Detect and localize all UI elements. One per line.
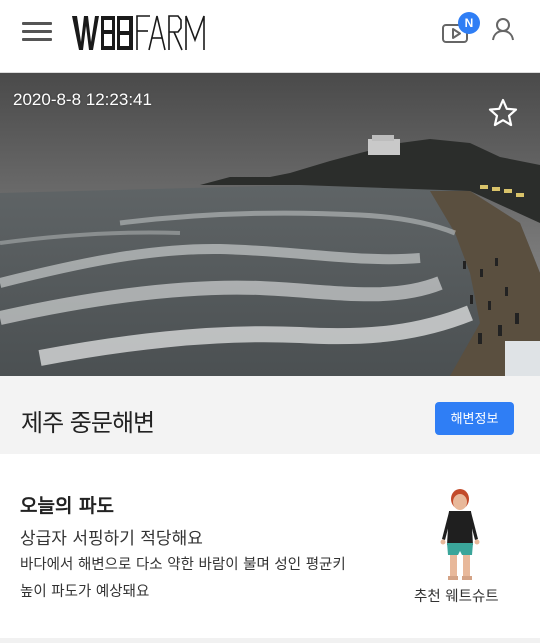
wetsuit-recommendation-label: 추천 웨트슈트 [414, 589, 499, 605]
beach-name: 제주 중문해변 [21, 409, 155, 437]
wave-level: 상급자 서핑하기 적당해요 [20, 529, 203, 549]
wave-title: 오늘의 파도 [20, 495, 115, 517]
brand-logo[interactable] [70, 12, 210, 54]
wave-description-line1: 바다에서 해변으로 다소 약한 바람이 불며 성인 평균키 [20, 557, 346, 573]
beach-camera-image [0, 73, 540, 376]
beach-header: 제주 중문해변 해변정보 [0, 376, 540, 454]
menu-icon [22, 22, 52, 25]
wave-description-line2: 높이 파도가 예상돼요 [20, 584, 150, 600]
star-icon [488, 98, 518, 127]
wave-description: 바다에서 해변으로 다소 약한 바람이 불며 성인 평균키 높이 파도가 예상돼… [20, 552, 380, 606]
user-profile-button[interactable] [491, 16, 515, 42]
camera-timestamp: 2020-8-8 12:23:41 [13, 90, 152, 109]
wave-forecast-card: 오늘의 파도 상급자 서핑하기 적당해요 바다에서 해변으로 다소 약한 바람이… [0, 454, 540, 638]
beach-info-button[interactable]: 해변정보 [435, 402, 514, 435]
favorite-button[interactable] [487, 97, 519, 129]
notification-badge: N [458, 12, 480, 34]
wetsuit-figure[interactable] [436, 487, 486, 583]
app-header: N [0, 0, 540, 73]
live-camera-view[interactable]: 2020-8-8 12:23:41 [0, 73, 540, 376]
menu-button[interactable] [22, 22, 52, 44]
user-icon [492, 18, 514, 41]
